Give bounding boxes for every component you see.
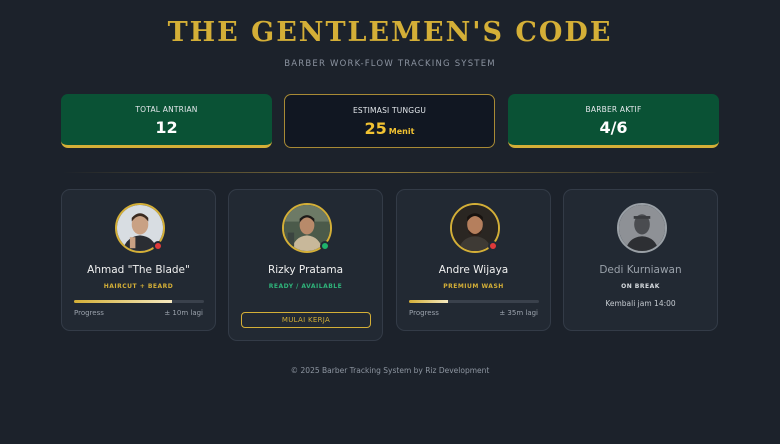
section-divider xyxy=(62,172,718,173)
stat-value-wrap: 25 Menit xyxy=(285,119,494,138)
progress-fill xyxy=(74,300,172,303)
barber-name: Ahmad "The Blade" xyxy=(87,264,190,276)
stat-label: TOTAL ANTRIAN xyxy=(135,105,198,114)
stat-value: 4/6 xyxy=(599,118,628,137)
service-tag: PREMIUM WASH xyxy=(443,283,504,290)
progress-eta: ± 10m lagi xyxy=(164,309,203,317)
barber-avatar-icon xyxy=(619,205,665,251)
stat-value: 25 xyxy=(364,119,387,138)
app-subtitle: BARBER WORK-FLOW TRACKING SYSTEM xyxy=(284,59,496,69)
progress-eta: ± 35m lagi xyxy=(499,309,538,317)
barber-name: Andre Wijaya xyxy=(438,264,509,276)
barber-name: Dedi Kurniawan xyxy=(599,264,682,276)
stat-value: 12 xyxy=(155,118,178,137)
start-work-button[interactable]: MULAI KERJA xyxy=(241,312,371,328)
barber-card-rizky[interactable]: Rizky Pratama READY / AVAILABLE MULAI KE… xyxy=(228,189,383,341)
barber-name: Rizky Pratama xyxy=(267,264,344,276)
progress-label: Progress xyxy=(409,309,439,317)
barber-card-ahmad[interactable]: Ahmad "The Blade" HAIRCUT + BEARD Progre… xyxy=(61,189,216,331)
status-tag: READY / AVAILABLE xyxy=(268,283,343,290)
return-time-note: Kembali jam 14:00 xyxy=(605,299,676,308)
progress-fill xyxy=(409,300,448,303)
progress-bar xyxy=(409,300,539,303)
stat-wait-estimate: ESTIMASI TUNGGU 25 Menit xyxy=(284,94,495,148)
status-busy-dot xyxy=(488,241,498,251)
status-busy-dot xyxy=(153,241,163,251)
stat-label: ESTIMASI TUNGGU xyxy=(352,106,427,115)
stat-active-barbers: BARBER AKTIF 4/6 xyxy=(508,94,719,148)
app-title: THE GENTLEMEN'S CODE xyxy=(167,17,613,48)
stat-unit: Menit xyxy=(388,127,415,136)
status-available-dot xyxy=(320,241,330,251)
progress-label: Progress xyxy=(74,309,104,317)
progress-bar xyxy=(74,300,204,303)
footer-credit: © 2025 Barber Tracking System by Riz Dev… xyxy=(290,366,490,375)
barber-card-dedi[interactable]: Dedi Kurniawan ON BREAK Kembali jam 14:0… xyxy=(563,189,718,331)
service-tag: HAIRCUT + BEARD xyxy=(103,283,174,290)
avatar xyxy=(617,203,667,253)
stat-total-queue: TOTAL ANTRIAN 12 xyxy=(61,94,272,148)
barber-card-andre[interactable]: Andre Wijaya PREMIUM WASH Progress ± 35m… xyxy=(396,189,551,331)
stat-label: BARBER AKTIF xyxy=(585,105,642,114)
status-tag: ON BREAK xyxy=(621,283,660,290)
